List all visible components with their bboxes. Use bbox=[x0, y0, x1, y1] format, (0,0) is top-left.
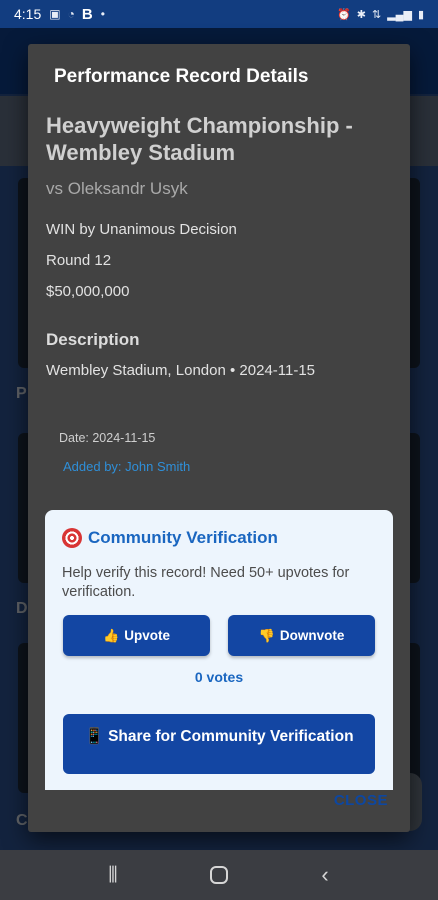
battery-icon: ▮ bbox=[417, 8, 424, 21]
home-icon bbox=[210, 866, 228, 884]
image-icon: ▣ bbox=[49, 7, 61, 21]
vote-count: 0 votes bbox=[194, 669, 244, 685]
downvote-label: Downvote bbox=[279, 628, 345, 643]
phone-icon: 📱 bbox=[84, 728, 104, 745]
home-button[interactable] bbox=[199, 866, 239, 884]
verification-header: Community Verification bbox=[62, 528, 278, 548]
verification-title: Community Verification bbox=[88, 528, 278, 547]
signal-icon: ▂▄▆ bbox=[387, 8, 412, 21]
back-icon[interactable]: ‹ bbox=[305, 862, 345, 888]
recent-apps-icon[interactable]: ⦀ bbox=[93, 862, 133, 888]
added-by-link[interactable]: Added by: John Smith bbox=[63, 459, 190, 474]
round-label: Round 12 bbox=[46, 252, 112, 269]
date-meta: Date: 2024-11-15 bbox=[59, 431, 156, 445]
opponent-label: vs Oleksandr Usyk bbox=[46, 179, 188, 198]
status-bar: 4:15 ▣ ◔ B • ⏰ ✱ ⇅ ▂▄▆ ▮ bbox=[0, 0, 438, 28]
alarm-icon: ⏰ bbox=[337, 8, 351, 21]
record-details-dialog: Performance Record Details Heavyweight C… bbox=[28, 44, 410, 832]
description-text: Wembley Stadium, London • 2024-11-15 bbox=[46, 362, 316, 379]
description-heading: Description bbox=[46, 330, 140, 349]
thumbs-down-icon: 👎 bbox=[258, 627, 275, 643]
cast-icon: ◔ bbox=[67, 7, 75, 21]
record-title: Heavyweight Championship - Wembley Stadi… bbox=[46, 113, 353, 165]
b-notification-icon: B bbox=[81, 5, 93, 23]
close-button[interactable]: CLOSE bbox=[334, 792, 388, 809]
upvote-label: Upvote bbox=[124, 628, 170, 643]
lte-icon: ⇅ bbox=[372, 8, 382, 21]
system-nav-bar: ⦀ ‹ bbox=[0, 850, 438, 900]
purse-label: $50,000,000 bbox=[46, 283, 130, 300]
status-right-icons: ⏰ ✱ ⇅ ▂▄▆ ▮ bbox=[337, 8, 424, 21]
downvote-button[interactable]: 👎 Downvote bbox=[228, 615, 375, 656]
share-label: Share for Community Verification bbox=[108, 728, 354, 745]
thumbs-up-icon: 👍 bbox=[103, 627, 120, 643]
share-verification-button[interactable]: 📱 Share for Community Verification bbox=[63, 714, 375, 774]
community-verification-card: Community Verification Help verify this … bbox=[45, 510, 393, 790]
target-icon bbox=[62, 528, 82, 548]
dialog-title: Performance Record Details bbox=[54, 66, 309, 87]
result-label: WIN by Unanimous Decision bbox=[46, 221, 237, 238]
status-time: 4:15 bbox=[14, 6, 42, 22]
upvote-button[interactable]: 👍 Upvote bbox=[63, 615, 210, 656]
dot-indicator: • bbox=[100, 7, 105, 21]
bluetooth-icon: ✱ bbox=[356, 8, 366, 21]
verification-text: Help verify this record! Need 50+ upvote… bbox=[62, 565, 350, 600]
